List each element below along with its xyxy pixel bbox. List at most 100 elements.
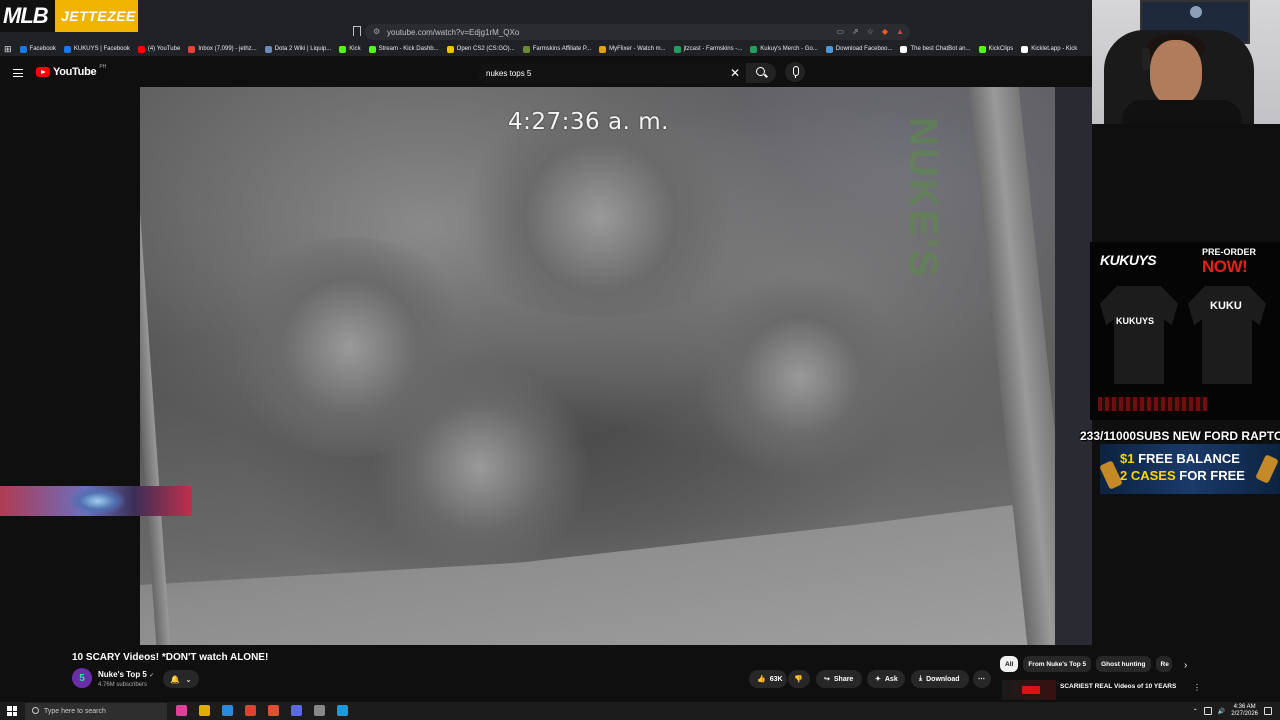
bookmark-item[interactable]: The best ChatBot an... (900, 45, 971, 53)
webcam-streamer (1150, 40, 1202, 106)
bookmark-label: (4) YouTube (147, 46, 181, 52)
chip-all[interactable]: All (1000, 656, 1019, 672)
clear-search-icon[interactable]: ✕ (730, 66, 740, 80)
search-input[interactable]: nukes tops 5 (478, 63, 746, 83)
chevron-right-icon[interactable]: › (1184, 660, 1187, 671)
video-post-left (140, 177, 171, 645)
youtube-wordmark: YouTube (53, 66, 97, 78)
bookmark-item[interactable]: jtzcast - Farmskins -... (673, 45, 742, 53)
sparkle-icon: ✦ (875, 676, 881, 683)
bookmark-favicon-icon (900, 45, 908, 53)
bookmark-item[interactable]: Farmskins Affiliate P... (522, 45, 591, 53)
like-count: 63K (769, 675, 783, 683)
merch-ad-overlay: KUKUYS PRE-ORDER NOW! KUKUYS KUKU (1090, 242, 1280, 420)
bookmark-item[interactable]: Open CS2 (CS:GO)... (446, 45, 515, 53)
bookmark-item[interactable]: Facebook (19, 45, 56, 53)
like-button[interactable]: 👍 63K (749, 670, 787, 688)
channel-avatar[interactable]: 5 (72, 668, 92, 688)
taskbar-app-icon[interactable] (245, 705, 256, 716)
dislike-button[interactable]: 👎 (788, 670, 810, 688)
bookmark-label: Stream - Kick Dashb... (378, 46, 439, 52)
search-value: nukes tops 5 (486, 68, 532, 78)
jersey-back-text: KUKU (1210, 300, 1242, 312)
stream-banner-overlay (0, 486, 192, 516)
chip-related[interactable]: Re (1155, 656, 1172, 672)
windows-start-icon[interactable] (7, 706, 17, 716)
notifications-icon[interactable] (1264, 707, 1272, 715)
menu-icon[interactable] (13, 69, 23, 77)
jersey-front-text: KUKUYS (1116, 316, 1155, 326)
video-foliage-4 (440, 117, 760, 317)
clock[interactable]: 4:36 AM 2/27/2026 (1231, 704, 1258, 718)
more-vert-icon[interactable]: ⋮ (1193, 683, 1201, 692)
search-button[interactable] (746, 63, 776, 83)
brave-shield-icon[interactable]: ◆ (882, 27, 888, 36)
video-edge (1055, 87, 1092, 645)
chip-ghost-hunting[interactable]: Ghost hunting (1096, 656, 1151, 672)
bookmark-item[interactable]: Stream - Kick Dashb... (368, 45, 439, 53)
network-icon[interactable] (1203, 707, 1212, 715)
chip-from-channel[interactable]: From Nuke's Top 5 (1023, 656, 1092, 672)
youtube-region: PH (99, 64, 107, 70)
bookmark-star-icon[interactable]: ☆ (867, 27, 874, 36)
notification-bell-button[interactable]: 🔔 ⌄ (163, 670, 199, 688)
taskbar-app-icon[interactable] (199, 705, 210, 716)
bookmark-label: Kick (349, 46, 361, 52)
bookmark-item[interactable]: (4) YouTube (137, 45, 181, 53)
taskbar-app-icon[interactable] (291, 705, 302, 716)
install-icon[interactable]: ▭ (836, 27, 844, 36)
brave-rewards-icon[interactable]: ▲ (896, 27, 904, 36)
bookmark-favicon-icon (446, 45, 454, 53)
taskbar-app-icon[interactable] (337, 705, 348, 716)
bookmark-favicon-icon (19, 45, 27, 53)
taskbar-app-icon[interactable] (314, 705, 325, 716)
banner-character-image (70, 488, 125, 514)
tray-chevron-icon[interactable]: ⌃ (1193, 708, 1198, 715)
video-title: 10 SCARY Videos! *DON'T watch ALONE! (72, 652, 269, 663)
bookmark-item[interactable]: KUKUYS | Facebook (63, 45, 130, 53)
taskbar-search-input[interactable]: Type here to search (25, 703, 167, 720)
recommended-video-title[interactable]: SCARIEST REAL Videos of 10 YEARS (1060, 682, 1188, 691)
channel-name[interactable]: Nuke's Top 5 ✓ (98, 670, 154, 679)
thumbs-down-icon: 👎 (794, 676, 803, 683)
verified-icon: ✓ (149, 673, 155, 679)
taskbar-app-icon[interactable] (176, 705, 187, 716)
voice-search-button[interactable] (785, 62, 805, 82)
browser-top-bar: MLB JETTEZEE ⚙ youtube.com/watch?v=Edjg1… (0, 0, 1280, 42)
taskbar-app-icon[interactable] (222, 705, 233, 716)
recommended-video-thumbnail[interactable] (1002, 680, 1056, 700)
apps-grid-icon[interactable]: ⊞ (4, 44, 12, 55)
jersey-back-image: KUKU (1188, 286, 1266, 384)
bookmark-favicon-icon (825, 45, 833, 53)
address-bar[interactable]: ⚙ youtube.com/watch?v=Edjg1rM_QXo ▭ ⇗ ☆ … (365, 24, 910, 40)
bookmark-item[interactable]: MyFlixer - Watch m... (599, 45, 666, 53)
youtube-logo[interactable]: YouTube PH (36, 64, 107, 78)
video-player[interactable]: NUKE'S 4:27:36 a. m. (140, 87, 1092, 645)
bookmark-favicon-icon (599, 45, 607, 53)
bookmark-item[interactable]: KickClips (978, 45, 1013, 53)
bookmark-favicon-icon (339, 45, 347, 53)
bookmark-item[interactable]: Download Faceboo... (825, 45, 892, 53)
bookmark-favicon-icon (137, 45, 145, 53)
bookmark-item[interactable]: Kicklet.app - Kick (1021, 45, 1077, 53)
stream-logo-overlay: MLB JETTEZEE (0, 0, 138, 32)
bookmark-item[interactable]: Dota 2 Wiki | Liquip... (264, 45, 331, 53)
download-button[interactable]: ⤓ Download (911, 670, 969, 688)
share-label: Share (833, 675, 854, 683)
bookmark-item[interactable]: Kick (339, 45, 361, 53)
site-info-icon[interactable]: ⚙ (373, 27, 381, 36)
share-button[interactable]: ↪ Share (816, 670, 862, 688)
system-tray: ⌃ 🔊 4:36 AM 2/27/2026 (1193, 704, 1280, 718)
bookmark-item[interactable]: Kukuy's Merch - Go... (750, 45, 818, 53)
share-page-icon[interactable]: ⇗ (852, 27, 859, 36)
bookmark-favicon-icon (188, 45, 196, 53)
taskbar-app-icon[interactable] (268, 705, 279, 716)
ask-button[interactable]: ✦ Ask (867, 670, 905, 688)
download-label: Download (926, 675, 960, 683)
download-icon: ⤓ (919, 675, 923, 682)
more-actions-button[interactable]: ⋯ (973, 670, 991, 688)
bookmark-item[interactable]: Inbox (7,099) - jethz... (188, 45, 257, 53)
ad-now: NOW! (1202, 257, 1248, 276)
volume-icon[interactable]: 🔊 (1218, 708, 1225, 715)
bookmark-icon[interactable] (353, 26, 361, 36)
